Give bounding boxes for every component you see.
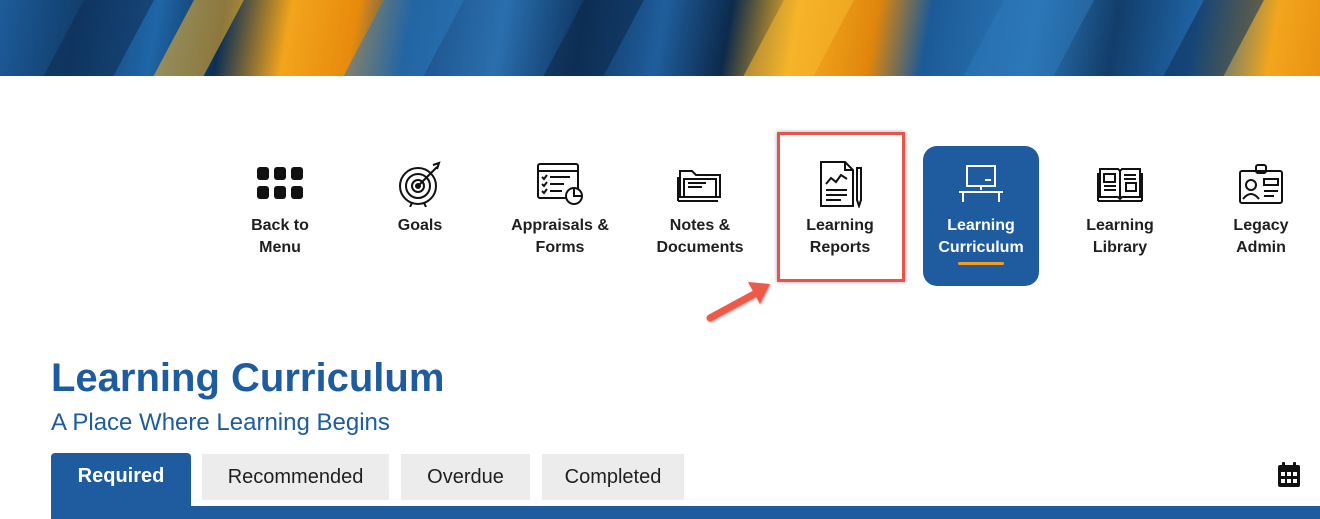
calendar-icon <box>1278 462 1300 487</box>
nav-label: Back to Menu <box>251 217 309 256</box>
grid-menu-icon <box>256 160 304 208</box>
calendar-button[interactable] <box>1277 462 1301 488</box>
tabs-content-bar <box>51 506 1320 519</box>
nav-legacy-admin[interactable]: Legacy Admin <box>1203 146 1319 286</box>
tab-label: Required <box>77 465 165 487</box>
id-badge-icon <box>1237 160 1285 208</box>
annotation-highlight-box <box>777 132 905 282</box>
tab-overdue[interactable]: Overdue <box>401 454 530 500</box>
nav-label: Appraisals & Forms <box>511 217 609 256</box>
nav-learning-curriculum[interactable]: Learning Curriculum <box>923 146 1039 286</box>
annotation-arrow-icon <box>706 282 770 322</box>
nav-label: Learning Library <box>1086 217 1154 256</box>
nav-learning-library[interactable]: Learning Library <box>1062 146 1178 286</box>
nav-goals[interactable]: Goals <box>362 146 478 286</box>
nav-label: Goals <box>397 217 443 234</box>
form-checklist-icon <box>536 160 584 208</box>
page-subtitle: A Place Where Learning Begins <box>51 409 390 436</box>
target-icon <box>396 160 444 208</box>
tab-label: Overdue <box>427 465 504 488</box>
nav-label: Legacy Admin <box>1233 217 1289 256</box>
nav-label: Learning Curriculum <box>938 217 1024 256</box>
active-indicator <box>958 262 1004 265</box>
tab-completed[interactable]: Completed <box>542 454 684 500</box>
classroom-board-icon <box>957 160 1005 208</box>
nav-notes-documents[interactable]: Notes & Documents <box>642 146 758 286</box>
nav-appraisals-forms[interactable]: Appraisals & Forms <box>502 146 618 286</box>
tab-recommended[interactable]: Recommended <box>202 454 389 500</box>
folder-documents-icon <box>676 160 724 208</box>
header-banner-image <box>0 0 1320 76</box>
nav-label: Notes & Documents <box>656 217 744 256</box>
open-book-icon <box>1096 160 1144 208</box>
tab-label: Recommended <box>227 465 364 488</box>
nav-back-to-menu[interactable]: Back to Menu <box>222 146 338 286</box>
tab-required[interactable]: Required <box>51 453 191 513</box>
tab-label: Completed <box>564 465 662 488</box>
page-title: Learning Curriculum <box>51 356 445 400</box>
